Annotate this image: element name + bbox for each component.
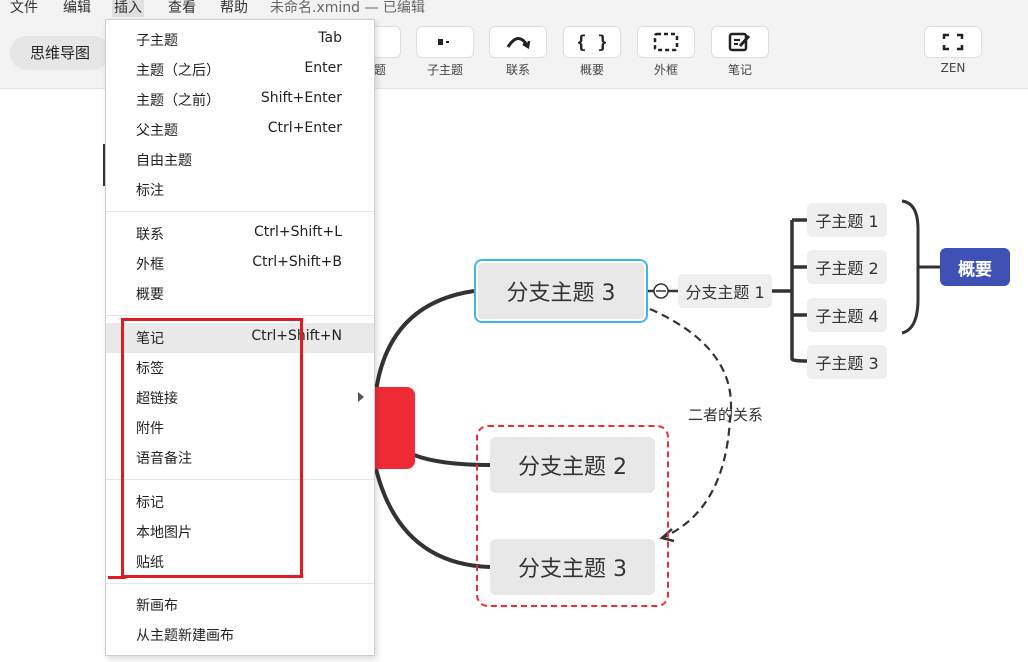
menu-item-label: 自由主题 bbox=[136, 153, 192, 169]
menu-item-boundary[interactable]: 外框 Ctrl+Shift+B bbox=[106, 249, 374, 279]
menu-item-shortcut: Enter bbox=[304, 60, 342, 76]
menu-item-shortcut: Ctrl+Shift+L bbox=[254, 224, 342, 240]
menu-item-label: 新画布 bbox=[136, 598, 178, 614]
menu-separator bbox=[106, 583, 374, 584]
menu-item-shortcut: Ctrl+Shift+B bbox=[252, 254, 342, 270]
menu-item-callout[interactable]: 标注 bbox=[106, 175, 374, 205]
summary-topic[interactable]: 概要 bbox=[940, 248, 1010, 286]
relationship-label: 联系 bbox=[505, 63, 530, 77]
menu-item-subtopic[interactable]: 子主题 Tab bbox=[106, 25, 374, 55]
note-edit-icon bbox=[728, 32, 751, 52]
boundary-button[interactable] bbox=[637, 26, 695, 58]
branch-topic-2[interactable]: 分支主题 2 bbox=[490, 437, 655, 493]
zen-label: ZEN bbox=[940, 61, 966, 75]
summary-braces-icon: { } bbox=[578, 32, 606, 52]
menu-help[interactable]: 帮助 bbox=[218, 0, 250, 17]
menu-item-shortcut: Ctrl+Enter bbox=[267, 120, 342, 136]
submenu-arrow-icon bbox=[358, 392, 364, 402]
menu-item-label: 从主题新建画布 bbox=[136, 628, 234, 644]
boundary-dashed-icon bbox=[653, 32, 679, 52]
note-button[interactable] bbox=[711, 26, 769, 58]
menu-item-label: 父主题 bbox=[136, 123, 178, 139]
branch-topic-3[interactable]: 分支主题 3 bbox=[490, 539, 655, 595]
menu-item-topic-before[interactable]: 主题（之前） Shift+Enter bbox=[106, 85, 374, 115]
branch-topic-3-selected[interactable]: 分支主题 3 bbox=[476, 261, 646, 321]
menu-item-new-sheet[interactable]: 新画布 bbox=[106, 590, 374, 620]
subtopic-label: 子主题 bbox=[426, 63, 463, 77]
summary-label: 概要 bbox=[579, 63, 604, 77]
menu-item-floating-topic[interactable]: 自由主题 bbox=[106, 145, 374, 175]
subtopic-branch-1[interactable]: 分支主题 1 bbox=[678, 274, 772, 308]
svg-text:{ }: { } bbox=[578, 32, 606, 52]
menu-separator bbox=[106, 211, 374, 212]
menu-separator bbox=[106, 315, 374, 316]
menu-item-label: 子主题 bbox=[136, 33, 178, 49]
document-title: 未命名.xmind — 已编辑 bbox=[270, 0, 425, 16]
menu-item-label: 联系 bbox=[136, 227, 164, 243]
relationship-button[interactable] bbox=[489, 26, 547, 58]
central-topic[interactable] bbox=[375, 387, 415, 469]
menu-file[interactable]: 文件 bbox=[8, 0, 40, 17]
menu-item-label: 主题（之后） bbox=[136, 63, 220, 79]
note-label: 笔记 bbox=[727, 63, 752, 77]
menu-item-shortcut: Shift+Enter bbox=[260, 90, 342, 106]
menu-item-label: 概要 bbox=[136, 287, 164, 303]
highlight-annotation-box bbox=[121, 318, 303, 578]
subtopic-2[interactable]: 子主题 2 bbox=[807, 250, 887, 284]
menu-item-parent-topic[interactable]: 父主题 Ctrl+Enter bbox=[106, 115, 374, 145]
zen-button[interactable] bbox=[924, 26, 982, 58]
menu-item-new-sheet-from-topic[interactable]: 从主题新建画布 bbox=[106, 620, 374, 650]
menu-view[interactable]: 查看 bbox=[166, 0, 198, 17]
menu-item-shortcut: Tab bbox=[318, 30, 342, 46]
relationship-icon bbox=[506, 37, 531, 50]
topic-button-partial[interactable] bbox=[375, 26, 401, 58]
mindmap-mode-button[interactable]: 思维导图 bbox=[10, 36, 110, 70]
menubar: 文件 编辑 插入 查看 帮助 未命名.xmind — 已编辑 bbox=[0, 0, 1028, 18]
summary-button[interactable]: { } bbox=[563, 26, 621, 58]
subtopic-3[interactable]: 子主题 3 bbox=[807, 345, 887, 379]
topic-button-label: 题 bbox=[374, 63, 387, 77]
menu-insert[interactable]: 插入 bbox=[112, 0, 144, 17]
subtopic-1[interactable]: 子主题 1 bbox=[807, 203, 887, 237]
boundary-label: 外框 bbox=[653, 63, 678, 77]
subtopic-4[interactable]: 子主题 4 bbox=[807, 298, 887, 332]
zen-fullscreen-icon bbox=[942, 33, 964, 51]
menu-item-relationship[interactable]: 联系 Ctrl+Shift+L bbox=[106, 219, 374, 249]
menu-item-label: 外框 bbox=[136, 257, 164, 273]
relationship-label-text[interactable]: 二者的关系 bbox=[688, 404, 763, 425]
menu-item-label: 标注 bbox=[136, 183, 164, 199]
menu-item-topic-after[interactable]: 主题（之后） Enter bbox=[106, 55, 374, 85]
subtopic-button[interactable] bbox=[416, 26, 474, 58]
menu-item-label: 主题（之前） bbox=[136, 93, 220, 109]
menu-item-summary[interactable]: 概要 bbox=[106, 279, 374, 309]
menu-edit[interactable]: 编辑 bbox=[61, 0, 93, 17]
subtopic-icon bbox=[438, 39, 449, 45]
highlight-annotation-tail bbox=[108, 576, 126, 579]
